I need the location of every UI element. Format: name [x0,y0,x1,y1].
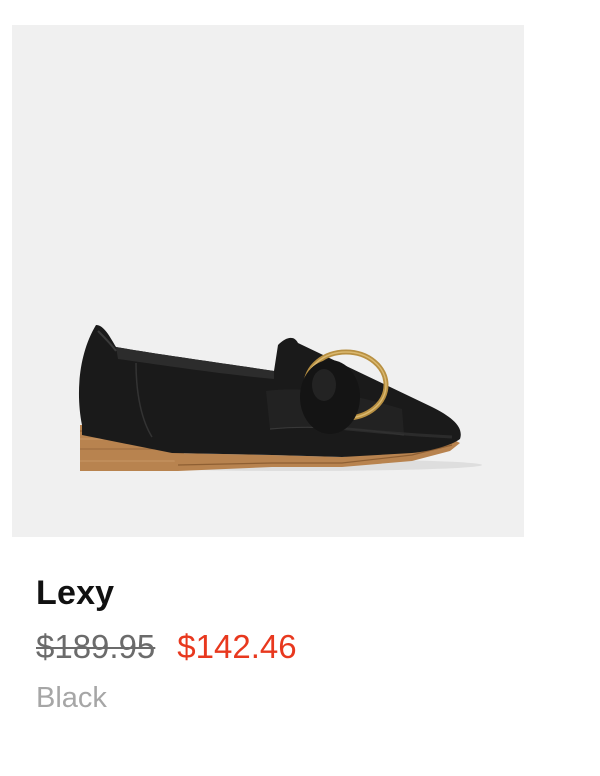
product-card[interactable]: Lexy $189.95 $142.46 Black [0,0,600,776]
sale-price: $142.46 [177,628,297,665]
product-name[interactable]: Lexy [36,574,114,613]
price-row: $189.95 $142.46 [36,628,297,666]
loafer-shoe-image [78,325,482,471]
product-color: Black [36,682,107,714]
original-price: $189.95 [36,628,156,665]
product-image[interactable] [12,25,524,537]
